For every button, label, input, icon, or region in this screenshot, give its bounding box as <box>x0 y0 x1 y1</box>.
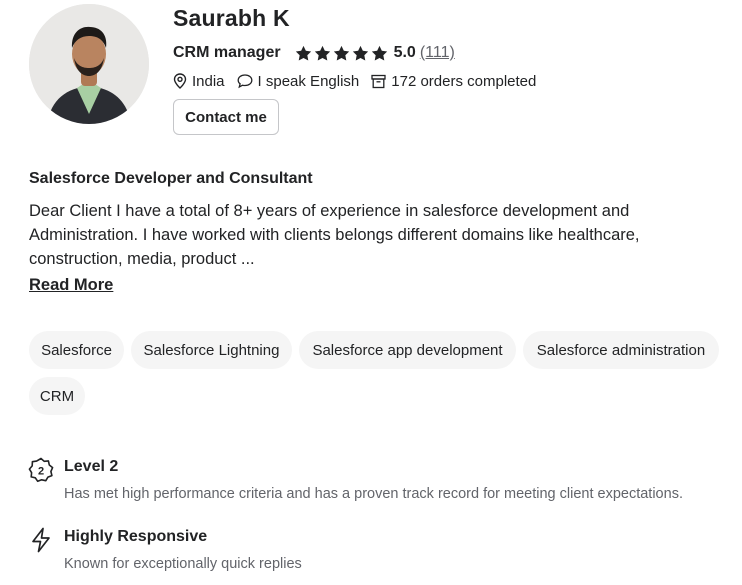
skill-chip[interactable]: Salesforce app development <box>299 331 516 369</box>
speech-bubble-icon <box>237 74 252 89</box>
badge-title: Highly Responsive <box>64 528 208 545</box>
read-more-link[interactable]: Read More <box>29 276 113 295</box>
languages: I speak English <box>237 72 360 90</box>
badge-description: Known for exceptionally quick replies <box>64 556 302 572</box>
star-icon <box>371 45 387 61</box>
reviews-link[interactable]: (111) <box>420 44 455 62</box>
seller-name: Saurabh K <box>173 5 290 31</box>
location-pin-icon <box>173 73 187 89</box>
star-icon <box>295 45 311 61</box>
badge-title: Level 2 <box>64 458 119 475</box>
language-text: I speak English <box>257 72 360 90</box>
badge-description: Has met high performance criteria and ha… <box>64 486 683 502</box>
level-number: 2 <box>38 465 44 477</box>
seller-role: CRM manager <box>173 44 281 61</box>
lightning-icon <box>32 527 50 553</box>
star-icon <box>333 45 349 61</box>
star-icon <box>352 45 368 61</box>
level-badge-icon: 2 <box>28 457 54 483</box>
skill-chip[interactable]: Salesforce administration <box>523 331 719 369</box>
profile-description: Dear Client I have a total of 8+ years o… <box>29 202 640 268</box>
avatar <box>29 4 149 124</box>
rating-stars <box>295 45 388 62</box>
skill-chip[interactable]: Salesforce Lightning <box>131 331 292 369</box>
country-text: India <box>192 72 225 90</box>
orders: 172 orders completed <box>371 73 536 90</box>
badge-level: 2 Level 2 Has met high performance crite… <box>28 457 683 504</box>
orders-text: 172 orders completed <box>391 72 537 90</box>
star-icon <box>314 45 330 61</box>
contact-me-button[interactable]: Contact me <box>173 99 279 135</box>
profile-headline: Salesforce Developer and Consultant <box>29 170 313 187</box>
badge-responsive: Highly Responsive Known for exceptionall… <box>28 527 302 574</box>
location: India <box>173 73 225 90</box>
archive-box-icon <box>371 74 386 88</box>
skill-chip[interactable]: CRM <box>29 377 85 415</box>
rating-value: 5.0 <box>393 44 416 61</box>
meta-row: India I speak English 172 orders complet… <box>173 71 548 91</box>
skill-chip[interactable]: Salesforce <box>29 331 124 369</box>
title-row: CRM manager 5.0 (111) <box>173 42 455 64</box>
